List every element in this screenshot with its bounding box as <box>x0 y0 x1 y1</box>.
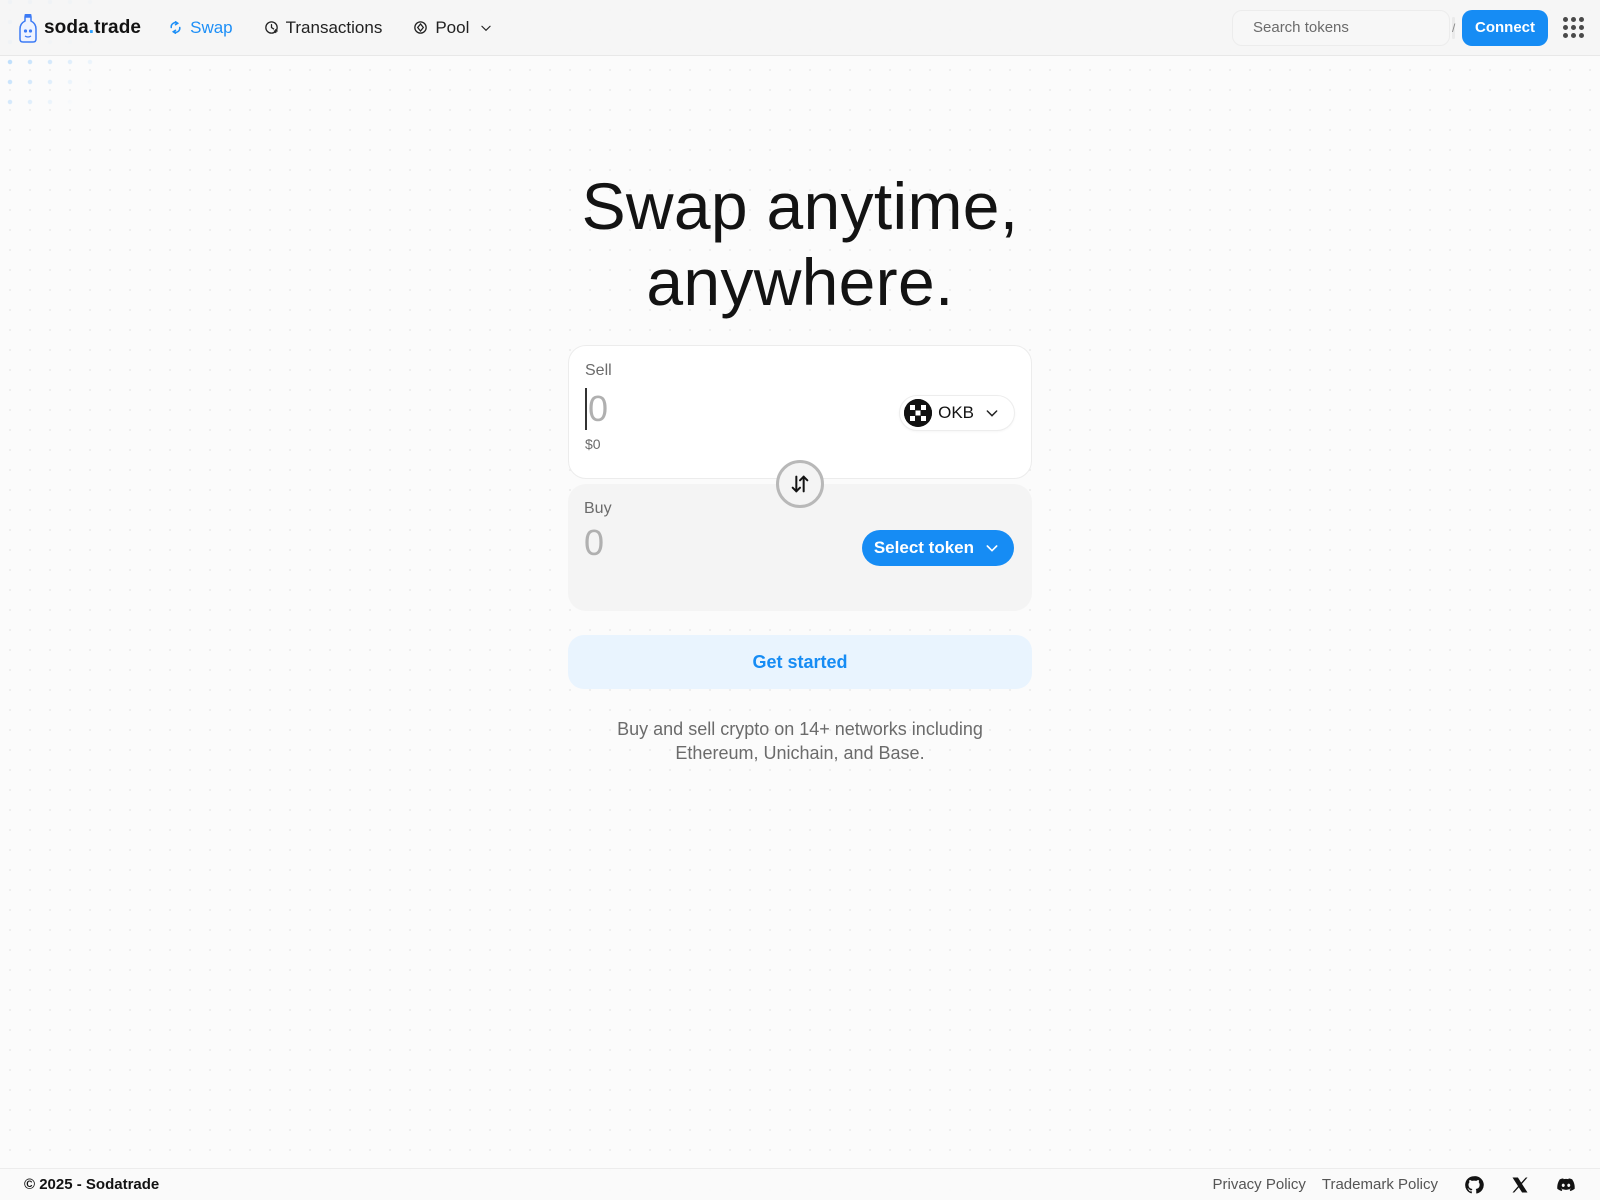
top-nav: soda.trade Swap Transactions Pool / Conn… <box>0 0 1600 56</box>
swap-arrows-icon <box>791 475 809 493</box>
apps-grid-icon[interactable] <box>1562 17 1584 39</box>
hero-heading: Swap anytime, anywhere. <box>0 168 1600 320</box>
privacy-policy-link[interactable]: Privacy Policy <box>1213 1176 1306 1193</box>
search-shortcut-hint: / <box>1452 16 1456 39</box>
chevron-down-icon <box>481 25 492 31</box>
select-token-label: Select token <box>873 538 974 557</box>
swap-icon <box>170 21 181 34</box>
sell-token-selector[interactable]: OKB <box>899 395 1015 431</box>
x-icon[interactable] <box>1510 1175 1530 1195</box>
logo[interactable]: soda.trade <box>16 13 141 43</box>
nav-swap[interactable]: Swap <box>167 18 233 38</box>
get-started-button[interactable]: Get started <box>568 635 1032 689</box>
search-input[interactable] <box>1253 19 1452 36</box>
nav-pool[interactable]: Pool <box>412 18 493 38</box>
github-icon[interactable] <box>1464 1175 1484 1195</box>
hero-line-1: Swap anytime, <box>581 169 1019 243</box>
sell-usd-value: $0 <box>585 436 601 452</box>
swap-direction-button[interactable] <box>776 460 824 508</box>
discord-icon[interactable] <box>1556 1175 1576 1195</box>
transactions-icon <box>264 21 278 34</box>
nav-transactions[interactable]: Transactions <box>263 17 383 38</box>
chevron-down-icon <box>986 545 998 552</box>
logo-text: soda.trade <box>44 16 142 38</box>
soda-bottle-icon <box>19 13 37 43</box>
tagline: Buy and sell crypto on 14+ networks incl… <box>580 717 1020 765</box>
chevron-down-icon <box>986 410 998 417</box>
tagline-line-1: Buy and sell crypto on 14+ networks incl… <box>617 719 983 739</box>
sell-panel: Sell 0 $0 OKB <box>568 345 1032 479</box>
okb-token-icon <box>904 399 933 427</box>
trademark-policy-link[interactable]: Trademark Policy <box>1322 1176 1438 1193</box>
nav-transactions-label: Transactions <box>285 17 383 37</box>
sell-label: Sell <box>585 362 612 379</box>
pool-icon <box>414 21 428 34</box>
nav-pool-label: Pool <box>435 17 470 37</box>
nav-swap-label: Swap <box>190 17 233 37</box>
sell-amount-input[interactable]: 0 <box>585 388 608 430</box>
hero-line-2: anywhere. <box>646 245 954 319</box>
sell-token-symbol: OKB <box>938 403 974 422</box>
connect-button[interactable]: Connect <box>1462 9 1548 46</box>
select-token-button[interactable]: Select token <box>861 530 1014 566</box>
footer: © 2025 - Sodatrade Privacy Policy Tradem… <box>0 1168 1600 1200</box>
tagline-line-2: Ethereum, Unichain, and Base. <box>675 743 925 763</box>
copyright: © 2025 - Sodatrade <box>24 1176 160 1193</box>
search-box[interactable]: / <box>1232 9 1456 46</box>
